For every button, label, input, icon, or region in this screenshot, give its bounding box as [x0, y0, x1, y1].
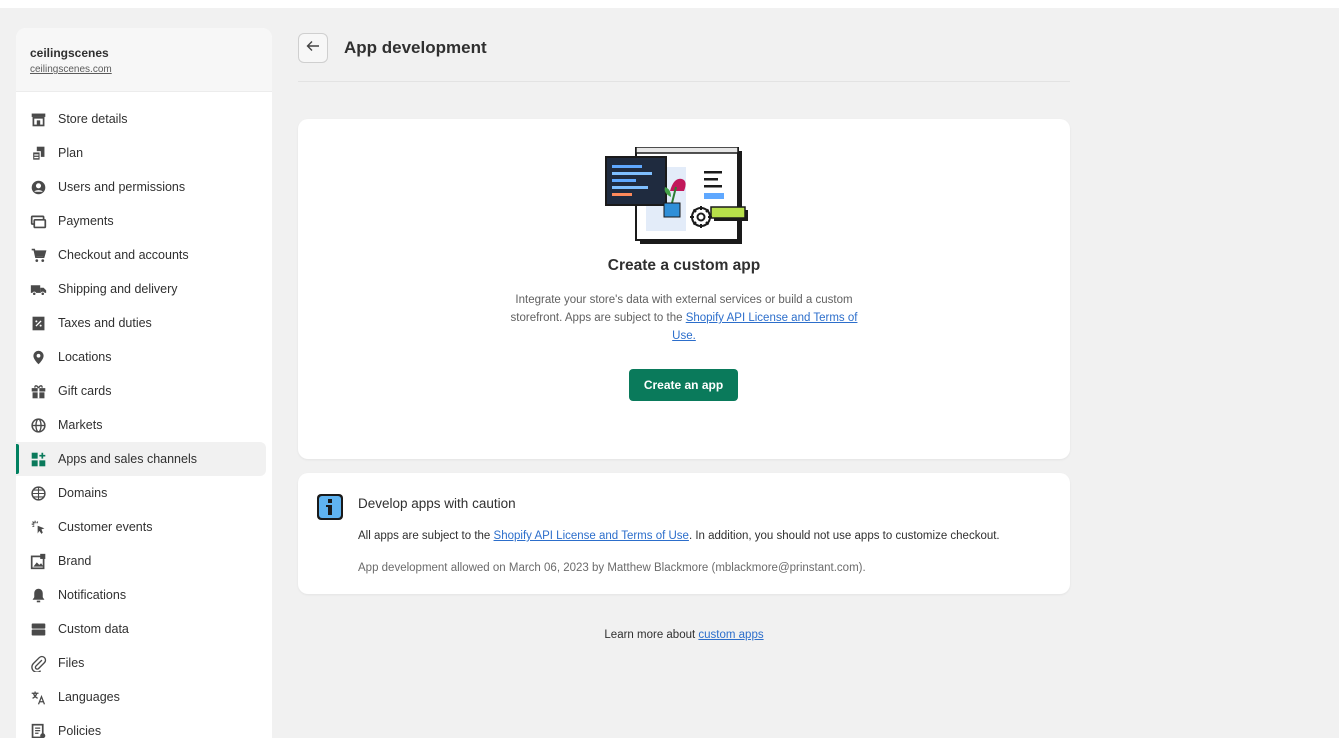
- caution-body: All apps are subject to the Shopify API …: [358, 530, 1000, 542]
- footer-help-text: Learn more about: [604, 629, 699, 641]
- sidebar-item-label: Users and permissions: [58, 180, 186, 194]
- page-header: App development: [298, 32, 1070, 82]
- sidebar-item-label: Locations: [58, 350, 112, 364]
- info-icon: [315, 492, 345, 522]
- brand-icon: [28, 551, 48, 571]
- sidebar-item-label: Policies: [58, 724, 102, 738]
- policy-icon: [28, 721, 48, 738]
- caution-license-link[interactable]: Shopify API License and Terms of Use: [494, 530, 689, 542]
- sidebar-item-domains[interactable]: Domains: [16, 476, 272, 510]
- sidebar-item-markets[interactable]: Markets: [16, 408, 272, 442]
- sidebar-item-customer-events[interactable]: Customer events: [16, 510, 272, 544]
- sidebar-item-users[interactable]: Users and permissions: [16, 170, 272, 204]
- database-icon: [28, 619, 48, 639]
- sidebar-item-label: Brand: [58, 554, 92, 568]
- settings-nav: Store details Plan Users and permissions…: [16, 92, 272, 738]
- sidebar-item-label: Markets: [58, 418, 103, 432]
- sidebar-item-label: Taxes and duties: [58, 316, 152, 330]
- sidebar-item-languages[interactable]: Languages: [16, 680, 272, 714]
- sidebar-item-label: Shipping and delivery: [58, 282, 178, 296]
- sidebar-item-label: Customer events: [58, 520, 153, 534]
- page-title: App development: [344, 38, 487, 57]
- footer-help: Learn more about custom apps: [298, 629, 1070, 641]
- sidebar-item-checkout[interactable]: Checkout and accounts: [16, 238, 272, 272]
- caution-title: Develop apps with caution: [358, 496, 516, 511]
- sidebar-item-label: Store details: [58, 112, 128, 126]
- sidebar-item-label: Apps and sales channels: [58, 452, 197, 466]
- sidebar-item-label: Files: [58, 656, 85, 670]
- custom-app-illustration: [604, 146, 749, 249]
- domains-globe-icon: [28, 483, 48, 503]
- globe-icon: [28, 415, 48, 435]
- sidebar-item-label: Plan: [58, 146, 84, 160]
- sidebar-item-payments[interactable]: Payments: [16, 204, 272, 238]
- store-name: ceilingscenes: [30, 46, 109, 60]
- cart-icon: [28, 245, 48, 265]
- payments-icon: [28, 211, 48, 231]
- create-custom-app-card: Create a custom app Integrate your store…: [298, 119, 1070, 459]
- sidebar-item-gift-cards[interactable]: Gift cards: [16, 374, 272, 408]
- sidebar-item-shipping[interactable]: Shipping and delivery: [16, 272, 272, 306]
- sidebar-item-label: Notifications: [58, 588, 127, 602]
- sidebar-item-label: Checkout and accounts: [58, 248, 189, 262]
- top-strip: [0, 0, 1339, 8]
- sidebar-item-apps-and-sales-channels[interactable]: Apps and sales channels: [16, 442, 266, 476]
- api-license-link[interactable]: Shopify API License and Terms of Use.: [672, 312, 857, 342]
- plan-icon: [28, 143, 48, 163]
- user-icon: [28, 177, 48, 197]
- sidebar-item-label: Payments: [58, 214, 114, 228]
- sidebar-item-policies[interactable]: Policies: [16, 714, 272, 738]
- sidebar-item-notifications[interactable]: Notifications: [16, 578, 272, 612]
- sidebar-item-files[interactable]: Files: [16, 646, 272, 680]
- translate-icon: [28, 687, 48, 707]
- bell-icon: [28, 585, 48, 605]
- sidebar-item-brand[interactable]: Brand: [16, 544, 272, 578]
- truck-icon: [28, 279, 48, 299]
- store-icon: [28, 109, 48, 129]
- sidebar-item-label: Gift cards: [58, 384, 112, 398]
- sidebar-item-label: Custom data: [58, 622, 129, 636]
- arrow-left-icon: [306, 39, 320, 58]
- store-url-link[interactable]: ceilingscenes.com: [30, 64, 258, 75]
- gift-icon: [28, 381, 48, 401]
- sidebar-item-label: Domains: [58, 486, 108, 500]
- apps-icon: [28, 449, 48, 469]
- cursor-click-icon: [28, 517, 48, 537]
- empty-state-title: Create a custom app: [607, 257, 761, 274]
- settings-sidebar: ceilingscenes ceilingscenes.com Store de…: [16, 28, 272, 738]
- caution-banner: Develop apps with caution All apps are s…: [298, 473, 1070, 594]
- empty-state-description: Integrate your store's data with externa…: [498, 291, 870, 345]
- sidebar-item-label: Languages: [58, 690, 120, 704]
- sidebar-item-store-details[interactable]: Store details: [16, 102, 272, 136]
- sidebar-item-plan[interactable]: Plan: [16, 136, 272, 170]
- store-header[interactable]: ceilingscenes ceilingscenes.com: [16, 28, 272, 92]
- tax-icon: [28, 313, 48, 333]
- app-development-allowed-note: App development allowed on March 06, 202…: [358, 562, 866, 574]
- sidebar-item-taxes[interactable]: Taxes and duties: [16, 306, 272, 340]
- paperclip-icon: [28, 653, 48, 673]
- caution-text-suffix: . In addition, you should not use apps t…: [688, 530, 1000, 542]
- sidebar-item-custom-data[interactable]: Custom data: [16, 612, 272, 646]
- create-app-button[interactable]: Create an app: [629, 369, 738, 401]
- back-button[interactable]: [298, 33, 328, 63]
- caution-text-prefix: All apps are subject to the: [358, 530, 494, 542]
- sidebar-item-locations[interactable]: Locations: [16, 340, 272, 374]
- custom-apps-link[interactable]: custom apps: [698, 629, 763, 641]
- location-pin-icon: [28, 347, 48, 367]
